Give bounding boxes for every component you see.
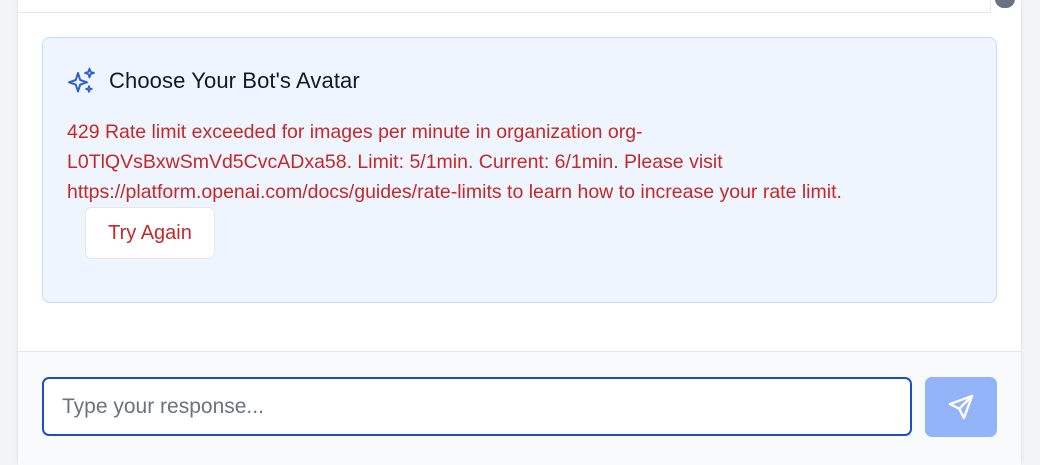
sparkles-icon — [67, 66, 97, 96]
scrollbar-thumb[interactable] — [995, 0, 1015, 8]
send-button[interactable] — [925, 377, 997, 437]
previous-message-area — [18, 0, 991, 13]
error-message: 429 Rate limit exceeded for images per m… — [67, 121, 842, 203]
try-again-button[interactable]: Try Again — [85, 207, 215, 259]
response-input[interactable] — [42, 377, 912, 436]
avatar-card: Choose Your Bot's Avatar 429 Rate limit … — [42, 37, 997, 303]
chat-panel: Choose Your Bot's Avatar 429 Rate limit … — [18, 0, 1021, 465]
composer-footer — [18, 351, 1021, 465]
avatar-card-title: Choose Your Bot's Avatar — [109, 68, 360, 93]
send-icon — [947, 393, 975, 421]
avatar-card-header: Choose Your Bot's Avatar — [67, 66, 360, 96]
